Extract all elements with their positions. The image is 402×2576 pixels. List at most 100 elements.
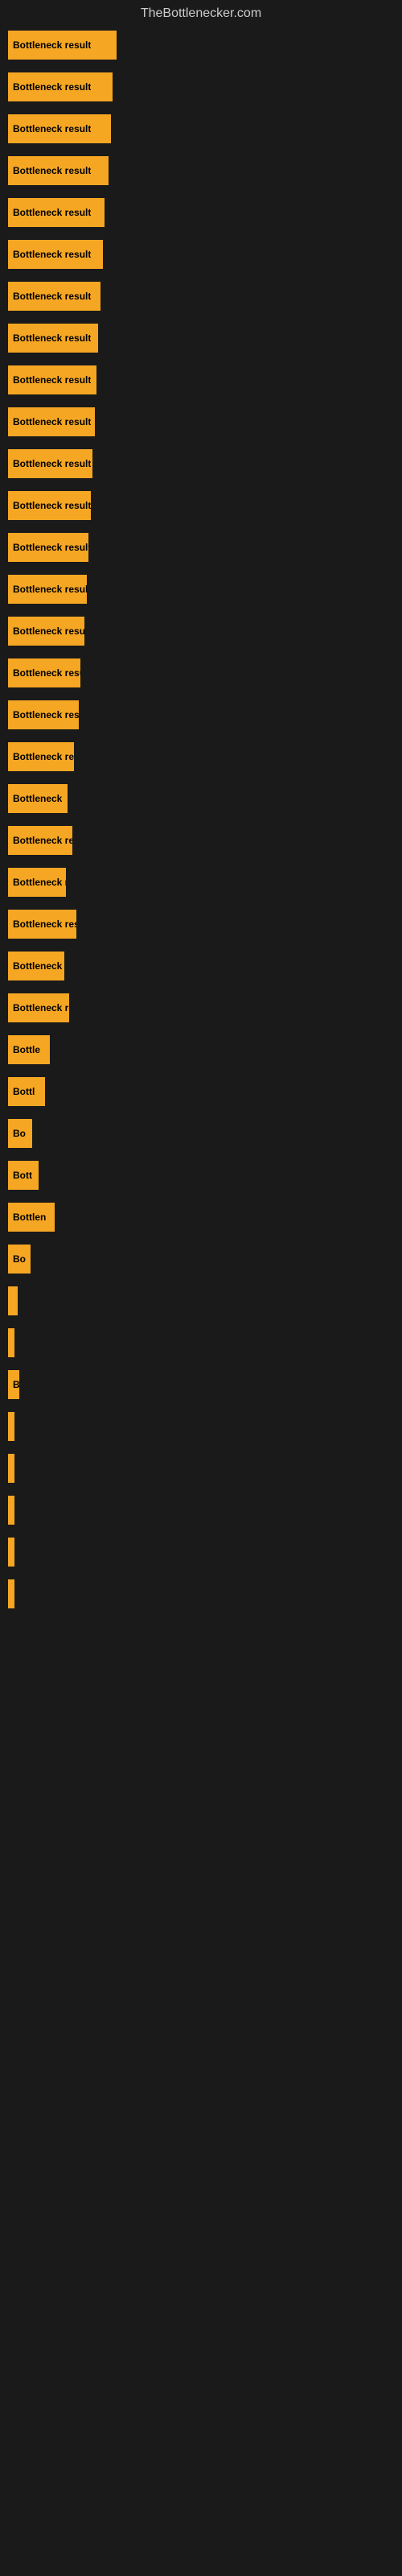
bar-row: Bottleneck resu [8, 652, 394, 694]
bar: Bottleneck result [8, 575, 87, 604]
bar: Bottlen [8, 1203, 55, 1232]
bar [8, 1412, 14, 1441]
bar-row [8, 1573, 394, 1615]
bar-label: Bottleneck result [13, 39, 91, 51]
bar-row: Bottleneck result [8, 317, 394, 359]
bar-row: Bottleneck result [8, 66, 394, 108]
bar: Bott [8, 1161, 39, 1190]
bar-label: Bo [13, 1128, 26, 1139]
bar: Bottleneck result [8, 491, 91, 520]
bar: Bottleneck resu [8, 910, 76, 939]
bar-label: Bottleneck result [13, 542, 88, 553]
bar: Bottleneck result [8, 617, 84, 646]
bar-label: Bottleneck result [13, 123, 91, 134]
bar-label: Bottl [13, 1086, 35, 1097]
bar [8, 1496, 14, 1525]
bar-row: Bottleneck result [8, 526, 394, 568]
bar: Bottle [8, 1035, 50, 1064]
bar-row: Bo [8, 1238, 394, 1280]
bar-row: Bott [8, 1154, 394, 1196]
bar: Bottleneck result [8, 156, 109, 185]
bar-row [8, 1447, 394, 1489]
bar: Bottleneck re [8, 993, 69, 1022]
bar: B [8, 1370, 19, 1399]
bar-label: B [13, 1379, 19, 1390]
bar [8, 1328, 14, 1357]
bar-label: Bottleneck res [13, 835, 72, 846]
bar: Bottleneck result [8, 700, 79, 729]
bar: Bottleneck result [8, 324, 98, 353]
bar-label: Bottleneck [13, 960, 62, 972]
bar-row: Bottleneck result [8, 233, 394, 275]
bar: Bottleneck result [8, 365, 96, 394]
bar-label: Bottleneck result [13, 458, 91, 469]
bar-label: Bottleneck result [13, 291, 91, 302]
bar-row: Bottleneck res [8, 736, 394, 778]
site-title: TheBottlenecker.com [0, 0, 402, 24]
bar-label: Bottleneck result [13, 584, 87, 595]
bar-row: Bottleneck result [8, 610, 394, 652]
bar-row: Bottleneck r [8, 861, 394, 903]
bar-row: Bottleneck result [8, 485, 394, 526]
bar-label: Bottleneck result [13, 625, 84, 637]
bar-label: Bottlen [13, 1212, 46, 1223]
bar-label: Bottleneck re [13, 1002, 69, 1013]
bar-row [8, 1531, 394, 1573]
bar: Bottleneck result [8, 72, 113, 101]
bar: Bottleneck result [8, 31, 117, 60]
bar [8, 1579, 14, 1608]
bar-label: Bottleneck res [13, 751, 74, 762]
bar-label: Bottleneck result [13, 207, 91, 218]
bar: Bottleneck res [8, 742, 74, 771]
bar-row: Bottl [8, 1071, 394, 1113]
bar-row: Bottleneck re [8, 987, 394, 1029]
bar-label: Bott [13, 1170, 32, 1181]
bar-row: Bottleneck result [8, 150, 394, 192]
bar-row: Bottleneck resu [8, 903, 394, 945]
bar-label: Bottleneck [13, 793, 62, 804]
bar: Bottleneck resu [8, 658, 80, 687]
bar: Bottleneck res [8, 826, 72, 855]
bar: Bottleneck result [8, 533, 88, 562]
bar-row: Bottleneck result [8, 443, 394, 485]
bar-row [8, 1280, 394, 1322]
bar: Bottleneck result [8, 240, 103, 269]
bar-label: Bottleneck result [13, 81, 91, 93]
bar-label: Bottleneck resu [13, 919, 76, 930]
bar [8, 1454, 14, 1483]
bar: Bottleneck result [8, 407, 95, 436]
bar-label: Bottleneck result [13, 249, 91, 260]
bar-label: Bottleneck result [13, 374, 91, 386]
chart-area: Bottleneck result Bottleneck result Bottle… [0, 24, 402, 1615]
bar-label: Bottleneck result [13, 709, 79, 720]
bar-label: Bottle [13, 1044, 40, 1055]
bar-row: Bottleneck result [8, 694, 394, 736]
bar [8, 1286, 18, 1315]
bar-row: Bottleneck res [8, 819, 394, 861]
bar-row: Bottle [8, 1029, 394, 1071]
bar-row: B [8, 1364, 394, 1406]
bar-label: Bottleneck r [13, 877, 66, 888]
bar-row: Bottleneck [8, 945, 394, 987]
bar: Bottleneck result [8, 114, 111, 143]
bar-row: Bottleneck result [8, 359, 394, 401]
bar-row: Bottleneck result [8, 275, 394, 317]
bar-label: Bottleneck result [13, 416, 91, 427]
bar: Bottleneck result [8, 198, 105, 227]
bar-row [8, 1489, 394, 1531]
bar: Bottleneck [8, 952, 64, 980]
bar-label: Bottleneck result [13, 165, 91, 176]
bar: Bottl [8, 1077, 45, 1106]
bar-row: Bottleneck result [8, 192, 394, 233]
bar-row: Bottleneck result [8, 108, 394, 150]
bar: Bottleneck result [8, 282, 100, 311]
bar: Bottleneck [8, 784, 68, 813]
bar [8, 1538, 14, 1567]
bar-row [8, 1322, 394, 1364]
bar-row: Bottlen [8, 1196, 394, 1238]
bar-label: Bottleneck resu [13, 667, 80, 679]
bar-row: Bo [8, 1113, 394, 1154]
bar-label: Bottleneck result [13, 332, 91, 344]
bar-row: Bottleneck result [8, 24, 394, 66]
bar: Bo [8, 1245, 31, 1274]
